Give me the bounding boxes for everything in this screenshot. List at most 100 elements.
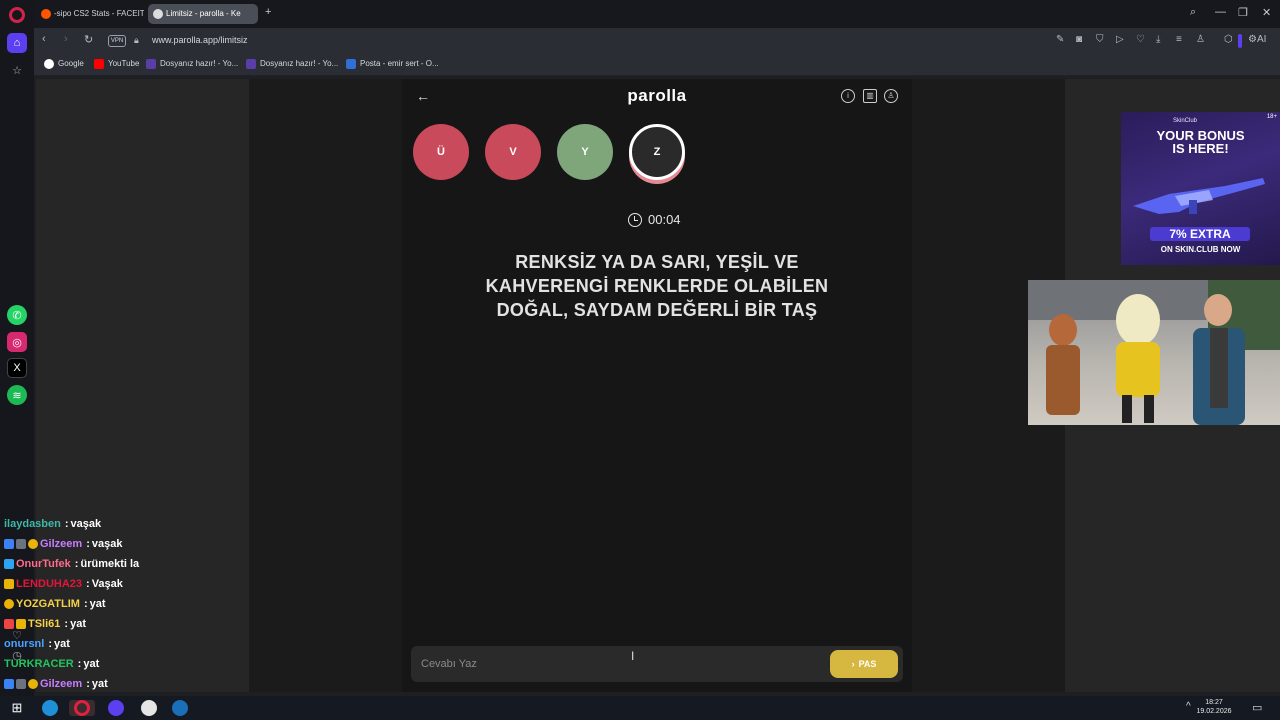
notification-icon[interactable]: ▭ bbox=[1252, 701, 1262, 714]
badge-icon bbox=[16, 679, 26, 689]
timer: 00:04 bbox=[628, 212, 681, 227]
webcam-image bbox=[1028, 280, 1280, 425]
taskbar: ⊞ ^ 18:27 19.02.2026 ▭ bbox=[0, 696, 1280, 720]
bookmark-google[interactable]: Google bbox=[44, 59, 84, 69]
forward-icon[interactable]: › bbox=[64, 33, 68, 45]
tab-label: -sipo CS2 Stats - FACEIT.c bbox=[54, 9, 144, 18]
tab-strip: -sipo CS2 Stats - FACEIT.c Limitsiz - pa… bbox=[34, 0, 1280, 28]
windows-start-icon[interactable]: ⊞ bbox=[9, 700, 25, 716]
sidebar-indicator bbox=[1238, 34, 1242, 48]
shield-icon[interactable]: ⛉ bbox=[1096, 34, 1104, 45]
chat-username: onursnl bbox=[4, 638, 45, 650]
chat-username: LENDUHA23 bbox=[16, 578, 83, 590]
ad-age-rating: 18+ bbox=[1266, 114, 1277, 120]
badge-icon bbox=[16, 619, 26, 629]
opera-icon bbox=[74, 700, 90, 716]
ai-button[interactable]: ⚙AI bbox=[1248, 34, 1266, 45]
opera-logo-icon[interactable] bbox=[9, 7, 25, 23]
tab-label: Limitsiz - parolla - Ke bbox=[166, 9, 241, 18]
clock-icon bbox=[628, 212, 642, 227]
bookmark-mail[interactable]: Posta - emir sert - O... bbox=[346, 59, 439, 69]
chat-message: Gilzeem: vaşak bbox=[4, 534, 244, 554]
bookmarks-bar: Google YouTube Dosyanız hazır! - Yo... D… bbox=[34, 54, 1280, 76]
badge-icon bbox=[4, 579, 14, 589]
close-window-icon[interactable]: ✕ bbox=[1262, 6, 1271, 19]
answer-input[interactable] bbox=[421, 654, 821, 674]
question-text: RENKSİZ YA DA SARI, YEŞİL VE KAHVERENGİ … bbox=[485, 252, 829, 320]
ad-headline-line: IS HERE! bbox=[1172, 141, 1229, 156]
menu-icon[interactable]: ≡ bbox=[1176, 34, 1182, 45]
badge-icon bbox=[4, 599, 14, 609]
google-icon bbox=[44, 59, 54, 69]
x-twitter-icon[interactable]: X bbox=[7, 358, 27, 378]
url-field[interactable]: www.parolla.app/limitsiz bbox=[152, 35, 248, 45]
bookmark-label: Google bbox=[58, 59, 84, 68]
parolla-favicon-icon bbox=[153, 9, 163, 19]
chat-username: Gilzeem bbox=[40, 538, 83, 550]
play-icon[interactable]: ▷ bbox=[1116, 34, 1124, 45]
download-icon[interactable]: ⤓ bbox=[1156, 34, 1160, 45]
chat-text: yat bbox=[89, 598, 106, 610]
extensions-icon[interactable]: ⬡ bbox=[1224, 34, 1233, 45]
pass-button[interactable]: › PAS bbox=[830, 650, 898, 678]
account-icon[interactable]: ♙ bbox=[884, 89, 898, 103]
letter-bubble: V bbox=[485, 124, 541, 180]
chevron-up-icon[interactable]: ^ bbox=[1186, 701, 1191, 712]
edit-icon[interactable]: ✎ bbox=[1056, 34, 1064, 45]
badge-icon bbox=[28, 539, 38, 549]
bookmark-file-2[interactable]: Dosyanız hazır! - Yo... bbox=[246, 59, 338, 69]
app-icon[interactable] bbox=[141, 700, 157, 716]
maximize-icon[interactable]: ❐ bbox=[1238, 6, 1248, 19]
youtube-icon bbox=[94, 59, 104, 69]
stats-icon[interactable]: ▥ bbox=[863, 89, 877, 103]
stream-chat: ilaydasben: vaşak Gilzeem: vaşak OnurTuf… bbox=[4, 514, 244, 694]
chat-message: LENDUHA23: Vaşak bbox=[4, 574, 244, 594]
discord-icon[interactable] bbox=[108, 700, 124, 716]
badge-icon bbox=[4, 679, 14, 689]
info-icon[interactable]: i bbox=[841, 89, 855, 103]
chat-message: YOZGATLIM: yat bbox=[4, 594, 244, 614]
tab-parolla[interactable]: Limitsiz - parolla - Ke bbox=[148, 4, 258, 24]
skinclub-ad[interactable]: 18+ SkinClub YOUR BONUS IS HERE! 7% EXTR… bbox=[1121, 112, 1280, 265]
bookmark-file-1[interactable]: Dosyanız hazır! - Yo... bbox=[146, 59, 239, 69]
clock[interactable]: 18:27 19.02.2026 bbox=[1196, 698, 1232, 716]
new-tab-icon[interactable]: + bbox=[265, 6, 271, 18]
chat-message: OnurTufek: ürümekti la bbox=[4, 554, 244, 574]
app-logo[interactable]: parolla bbox=[620, 86, 694, 106]
answer-box: › PAS bbox=[411, 646, 903, 682]
vpn-badge[interactable]: VPN bbox=[108, 35, 126, 47]
clock-time: 18:27 bbox=[1205, 699, 1223, 706]
chat-username: ilaydasben bbox=[4, 518, 61, 530]
instagram-icon[interactable]: ◎ bbox=[7, 332, 27, 352]
chat-message: ilaydasben: vaşak bbox=[4, 518, 102, 530]
back-icon[interactable]: ‹ bbox=[42, 33, 46, 45]
edge-icon[interactable] bbox=[42, 700, 58, 716]
chat-text: yat bbox=[70, 618, 86, 630]
minimize-icon[interactable]: — bbox=[1215, 6, 1226, 18]
steam-icon[interactable] bbox=[172, 700, 188, 716]
home-icon[interactable]: ⌂ bbox=[7, 33, 27, 53]
heart-toolbar-icon[interactable]: ♡ bbox=[1136, 34, 1145, 45]
opera-taskbar-button[interactable] bbox=[69, 700, 95, 716]
faceit-icon bbox=[41, 9, 51, 19]
tab-faceit[interactable]: -sipo CS2 Stats - FACEIT.c bbox=[36, 4, 144, 24]
star-icon[interactable]: ☆ bbox=[7, 60, 27, 80]
lock-icon[interactable]: 🔒︎ bbox=[134, 35, 139, 46]
letter-bubble: Y bbox=[557, 124, 613, 180]
back-arrow-icon[interactable]: ← bbox=[416, 88, 430, 104]
spotify-icon[interactable]: ≋ bbox=[7, 385, 27, 405]
ad-headline: YOUR BONUS IS HERE! bbox=[1121, 129, 1280, 155]
bookmark-label: Dosyanız hazır! - Yo... bbox=[160, 59, 239, 68]
chat-message: Gilzeem: yat bbox=[4, 674, 244, 694]
chat-text: ürümekti la bbox=[80, 558, 140, 570]
pass-label: PAS bbox=[858, 659, 877, 669]
chat-text: vaşak bbox=[70, 518, 102, 530]
webcam-overlay bbox=[1028, 280, 1280, 425]
reload-icon[interactable]: ↻ bbox=[84, 33, 93, 46]
chat-username: TURKRACER bbox=[4, 658, 74, 670]
whatsapp-icon[interactable]: ✆ bbox=[7, 305, 27, 325]
camera-icon[interactable]: ◙ bbox=[1076, 34, 1082, 45]
bookmark-youtube[interactable]: YouTube bbox=[94, 59, 139, 69]
profile-icon[interactable]: ♙ bbox=[1196, 34, 1205, 45]
search-tabs-icon[interactable]: ⌕ bbox=[1190, 6, 1196, 19]
